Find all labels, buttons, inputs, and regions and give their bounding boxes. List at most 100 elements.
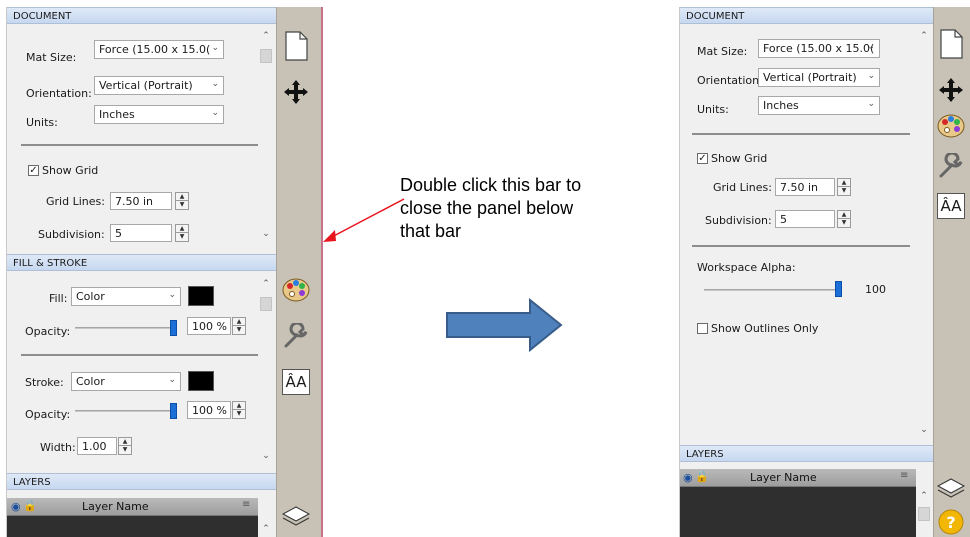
orientation-value: Vertical (Portrait) (763, 71, 857, 84)
stroke-opacity-stepper[interactable]: ▲ ▼ (232, 401, 246, 419)
document-scrollbar[interactable]: ⌃ ⌄ (916, 25, 932, 441)
units-value: Inches (763, 99, 799, 112)
scroll-down-icon[interactable]: ⌄ (258, 451, 274, 465)
show-grid-label: Show Grid (711, 152, 768, 165)
menu-icon[interactable]: ≡ (242, 499, 250, 510)
show-outlines-checkbox[interactable] (697, 323, 708, 334)
stroke-opacity-slider-thumb[interactable] (170, 403, 177, 419)
workspace-alpha-slider-thumb[interactable] (835, 281, 842, 297)
units-select[interactable]: Inches ⌄ (758, 96, 880, 115)
divider (692, 133, 910, 135)
mat-size-select[interactable]: Force (15.00 x 15.0( ⌄ (758, 39, 880, 58)
palette-icon[interactable] (281, 275, 311, 305)
lock-icon[interactable]: 🔒 (695, 470, 709, 483)
panel-border-line (321, 7, 323, 537)
show-grid-checkbox[interactable]: ✓ (28, 165, 39, 176)
subdivision-stepper[interactable]: ▲ ▼ (837, 210, 851, 228)
layer-name-column: Layer Name (750, 471, 817, 484)
scroll-up-icon[interactable]: ⌃ (916, 491, 932, 505)
layers-list[interactable] (7, 516, 258, 537)
visibility-eye-icon[interactable]: ◉ (11, 500, 21, 513)
fill-opacity-label: Opacity: (25, 325, 71, 338)
fill-color-swatch[interactable] (188, 286, 214, 306)
layers-section-header[interactable]: LAYERS (680, 445, 933, 462)
grid-lines-label: Grid Lines: (46, 195, 105, 208)
scroll-up-icon[interactable]: ⌃ (258, 524, 274, 537)
palette-icon[interactable] (936, 111, 966, 141)
wrench-icon[interactable] (281, 321, 311, 351)
layers-icon[interactable] (281, 501, 311, 531)
units-label: Units: (697, 103, 729, 116)
scroll-up-icon[interactable]: ⌃ (258, 279, 274, 293)
divider (692, 245, 910, 247)
fill-opacity-input[interactable]: 100 % (187, 317, 231, 335)
menu-icon[interactable]: ≡ (900, 470, 908, 481)
move-icon[interactable] (936, 75, 966, 105)
annotation-text: Double click this bar to close the panel… (400, 174, 581, 243)
fill-opacity-stepper[interactable]: ▲ ▼ (232, 317, 246, 335)
stroke-opacity-slider[interactable] (75, 410, 175, 412)
text-size-icon[interactable]: ÂA (936, 191, 966, 221)
scroll-thumb[interactable] (918, 507, 930, 521)
visibility-eye-icon[interactable]: ◉ (683, 471, 693, 484)
chevron-down-icon: ⌄ (867, 42, 875, 52)
width-input[interactable]: 1.00 (77, 437, 117, 455)
layers-scrollbar[interactable]: ⌃ (916, 487, 932, 537)
subdivision-label: Subdivision: (705, 214, 772, 227)
help-icon[interactable]: ? (936, 507, 966, 537)
mat-size-select[interactable]: Force (15.00 x 15.0( ⌄ (94, 40, 224, 59)
grid-lines-input[interactable]: 7.50 in (775, 178, 835, 196)
lock-icon[interactable]: 🔒 (23, 499, 37, 512)
scroll-down-icon[interactable]: ⌄ (258, 229, 274, 243)
layers-scrollbar[interactable]: ⌃ (258, 516, 274, 537)
fill-stroke-section-header[interactable]: FILL & STROKE (7, 254, 276, 271)
document-section-header[interactable]: DOCUMENT (680, 7, 933, 24)
stroke-select[interactable]: Color ⌄ (71, 372, 181, 391)
units-select[interactable]: Inches ⌄ (94, 105, 224, 124)
document-icon[interactable] (936, 29, 966, 59)
scroll-thumb[interactable] (260, 49, 272, 63)
grid-lines-input[interactable]: 7.50 in (110, 192, 172, 210)
text-size-icon[interactable]: ÂA (281, 367, 311, 397)
layers-section-header[interactable]: LAYERS (7, 473, 276, 490)
orientation-select[interactable]: Vertical (Portrait) ⌄ (758, 68, 880, 87)
layers-column-header: ◉ 🔒 Layer Name ≡ (7, 498, 258, 516)
width-stepper[interactable]: ▲ ▼ (118, 437, 132, 455)
layers-list[interactable] (680, 487, 916, 537)
orientation-select[interactable]: Vertical (Portrait) ⌄ (94, 76, 224, 95)
fill-opacity-slider[interactable] (75, 327, 175, 329)
workspace-alpha-slider[interactable] (704, 289, 839, 291)
fill-opacity-slider-thumb[interactable] (170, 320, 177, 336)
layers-icon[interactable] (936, 473, 966, 503)
move-icon[interactable] (281, 77, 311, 107)
red-pointer-arrow (323, 198, 405, 242)
units-value: Inches (99, 108, 135, 121)
scroll-thumb[interactable] (260, 297, 272, 311)
workspace-alpha-value: 100 (865, 283, 886, 296)
scroll-down-icon[interactable]: ⌄ (916, 425, 932, 439)
chevron-down-icon: ⌄ (867, 99, 875, 109)
chevron-down-icon: ⌄ (867, 71, 875, 81)
grid-lines-stepper[interactable]: ▲ ▼ (837, 178, 851, 196)
show-grid-checkbox[interactable]: ✓ (697, 153, 708, 164)
annotation-line-1: Double click this bar to (400, 175, 582, 195)
document-scrollbar[interactable]: ⌃ ⌄ (258, 25, 274, 243)
blue-right-arrow (446, 298, 563, 353)
scroll-up-icon[interactable]: ⌃ (258, 31, 274, 45)
subdivision-input[interactable]: 5 (110, 224, 172, 242)
fill-select[interactable]: Color ⌄ (71, 287, 181, 306)
document-section-header[interactable]: DOCUMENT (7, 7, 276, 24)
fill-stroke-scrollbar[interactable]: ⌃ ⌄ (258, 273, 274, 467)
document-icon[interactable] (281, 31, 311, 61)
subdivision-input[interactable]: 5 (775, 210, 835, 228)
orientation-value: Vertical (Portrait) (99, 79, 193, 92)
subdivision-stepper[interactable]: ▲ ▼ (175, 224, 189, 242)
stroke-opacity-label: Opacity: (25, 408, 71, 421)
stroke-opacity-input[interactable]: 100 % (187, 401, 231, 419)
stroke-color-swatch[interactable] (188, 371, 214, 391)
wrench-icon[interactable] (936, 151, 966, 181)
left-tool-sidebar: ÂA (276, 7, 321, 537)
scroll-up-icon[interactable]: ⌃ (916, 31, 932, 45)
annotation-line-3: that bar (400, 221, 462, 241)
grid-lines-stepper[interactable]: ▲ ▼ (175, 192, 189, 210)
